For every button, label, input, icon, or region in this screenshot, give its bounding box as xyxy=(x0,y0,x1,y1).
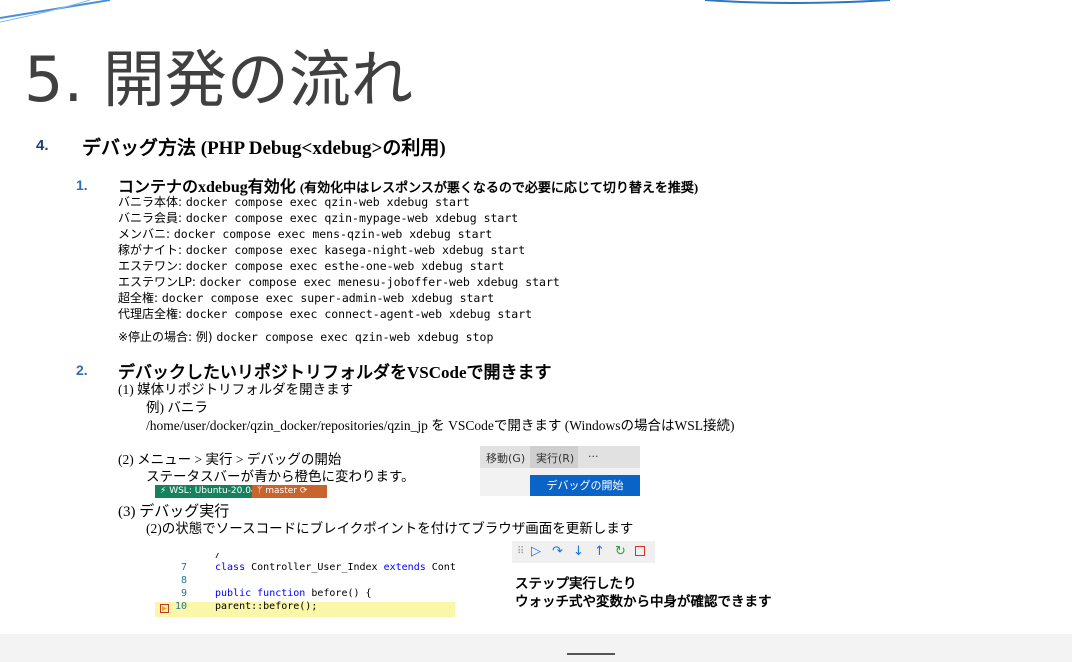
line-number: 8 xyxy=(180,575,187,586)
command-text: docker compose exec super-admin-web xdeb… xyxy=(161,291,495,305)
menu-item-move[interactable]: 移動(G) xyxy=(486,450,525,466)
command-label: メンバニ: xyxy=(118,227,174,241)
code-line: / xyxy=(215,553,222,560)
command-row: 稼がナイト: docker compose exec kasega-night-… xyxy=(118,242,560,258)
wsl-status[interactable]: ⚡ WSL: Ubuntu-20.04 xyxy=(155,485,257,498)
command-row: メンバニ: docker compose exec mens-qzin-web … xyxy=(118,226,560,242)
command-text: docker compose exec kasega-night-web xde… xyxy=(185,243,526,257)
step-over-icon[interactable]: ↷ xyxy=(552,544,563,559)
debug-toolbar: ⠿ ▷ ↷ ↓ ↑ ↻ xyxy=(512,541,655,563)
slide-indicator[interactable] xyxy=(567,653,615,655)
presentation-footer xyxy=(0,634,1072,662)
command-row: バニラ会員: docker compose exec qzin-mypage-w… xyxy=(118,210,560,226)
step2-sub1-path: /home/user/docker/qzin_docker/repositori… xyxy=(146,418,735,433)
step-note-2: ウォッチ式や変数から中身が確認できます xyxy=(515,594,772,610)
code-lines: / 7 class Controller_User_Index extends Co… xyxy=(155,553,455,619)
step2-number: 2. xyxy=(76,362,88,378)
menu-bar: 移動(G) 実行(R) ··· xyxy=(480,446,640,468)
vscode-menu-screenshot: 移動(G) 実行(R) ··· デバッグの開始 xyxy=(480,446,640,496)
section-heading: デバッグ方法 (PHP Debug<xdebug>の利用) xyxy=(82,138,446,159)
step-into-icon[interactable]: ↓ xyxy=(573,544,584,559)
command-label: 超全権: xyxy=(118,291,162,305)
step2-sub1: (1) 媒体リポジトリフォルダを開きます xyxy=(118,382,354,397)
command-label: 代理店全権: xyxy=(118,307,186,321)
restart-icon[interactable]: ↻ xyxy=(615,544,626,559)
stop-icon[interactable] xyxy=(635,546,645,556)
step-out-icon[interactable]: ↑ xyxy=(594,544,605,559)
title-part-b: の xyxy=(226,43,289,116)
title-part-d: れ xyxy=(350,43,413,116)
title-part-c: 流 xyxy=(288,43,351,116)
stop-command-row: ※停止の場合: 例) docker compose exec qzin-web … xyxy=(118,329,493,345)
step-note-1: ステップ実行したり xyxy=(515,576,637,592)
command-row: バニラ本体: docker compose exec qzin-web xdeb… xyxy=(118,194,560,210)
step1-number: 1. xyxy=(76,177,88,193)
branch-label: master xyxy=(265,486,298,496)
title-part-a: 開発 xyxy=(102,43,227,116)
step2-sub3-note: (2)の状態でソースコードにブレイクポイントを付けてブラウザ画面を更新します xyxy=(146,521,634,536)
command-row: エステワンLP: docker compose exec menesu-jobo… xyxy=(118,274,560,290)
command-text: docker compose exec qzin-mypage-web xdeb… xyxy=(185,211,519,225)
menu-item-run[interactable]: 実行(R) xyxy=(536,450,574,466)
remote-icon: ⚡ xyxy=(160,486,170,496)
command-label: エステワンLP: xyxy=(118,275,200,289)
stop-label: ※停止の場合: 例) xyxy=(118,330,217,344)
step1-note: (有効化中はレスポンスが悪くなるので必要に応じて切り替えを推奨) xyxy=(299,180,699,195)
code-line: class Controller_User_Index extends Cont… xyxy=(215,562,455,573)
git-status[interactable]: ᛘ master ⟳ xyxy=(252,485,327,498)
drag-handle-icon[interactable]: ⠿ xyxy=(517,546,524,557)
step2-sub2-note: ステータスバーが青から橙色に変わります。 xyxy=(146,469,415,484)
stop-command: docker compose exec qzin-web xdebug stop xyxy=(216,330,494,344)
start-debugging-item[interactable]: デバッグの開始 xyxy=(530,475,640,496)
command-text: docker compose exec mens-qzin-web xdebug… xyxy=(173,227,493,241)
command-text: docker compose exec qzin-web xdebug star… xyxy=(185,195,470,209)
menu-item-more[interactable]: ··· xyxy=(588,450,599,463)
wsl-label: WSL: Ubuntu-20.04 xyxy=(169,486,257,496)
command-row: 超全権: docker compose exec super-admin-web… xyxy=(118,290,560,306)
command-label: バニラ会員: xyxy=(118,211,186,225)
command-label: バニラ本体: xyxy=(118,195,186,209)
line-number: 7 xyxy=(180,562,187,573)
code-line: public function before() { xyxy=(215,588,372,599)
command-label: 稼がナイト: xyxy=(118,243,186,257)
command-label: エステワン: xyxy=(118,259,186,273)
slide-title: 5. 開発の流れ xyxy=(24,40,413,120)
command-list: バニラ本体: docker compose exec qzin-web xdeb… xyxy=(118,194,560,322)
command-text: docker compose exec esthe-one-web xdebug… xyxy=(185,259,505,273)
line-number: 9 xyxy=(180,588,187,599)
code-editor-screenshot: / 7 class Controller_User_Index extends Co… xyxy=(155,553,455,619)
command-row: 代理店全権: docker compose exec connect-agent… xyxy=(118,306,560,322)
continue-icon[interactable]: ▷ xyxy=(531,544,541,559)
sync-icon: ⟳ xyxy=(297,486,308,496)
code-line: parent::before(); xyxy=(215,601,318,612)
title-number: 5. xyxy=(24,43,103,116)
section-number: 4. xyxy=(36,137,49,154)
command-row: エステワン: docker compose exec esthe-one-web… xyxy=(118,258,560,274)
step2-sub1-example: 例) バニラ xyxy=(146,400,208,415)
command-text: docker compose exec connect-agent-web xd… xyxy=(185,307,533,321)
line-number: 10 xyxy=(174,601,187,612)
command-text: docker compose exec menesu-joboffer-web … xyxy=(199,275,560,289)
